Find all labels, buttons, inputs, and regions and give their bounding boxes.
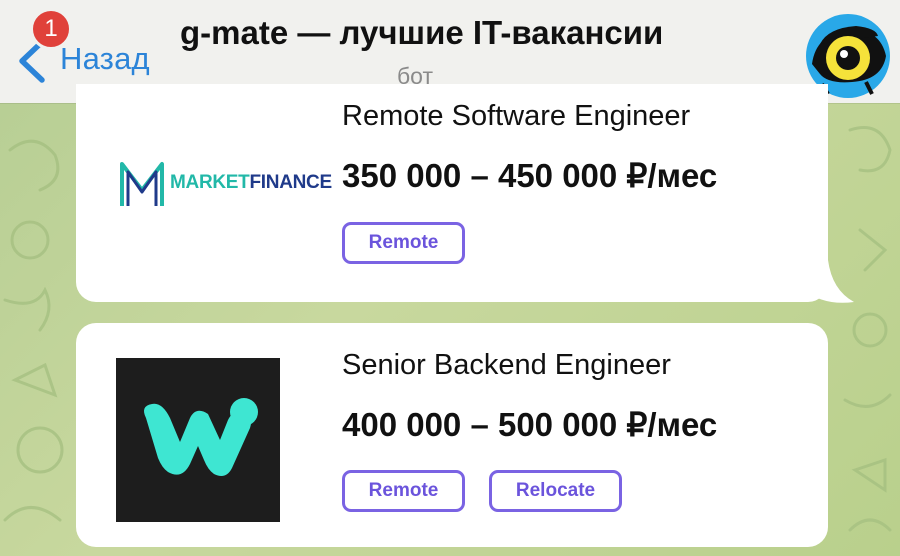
logo-text-market: MARKET: [170, 172, 250, 193]
w-logo-icon: [144, 398, 258, 476]
logo-text-finance: FINANCE: [249, 172, 332, 193]
job-title: Senior Backend Engineer: [342, 349, 671, 381]
market-finance-m-icon: [120, 162, 164, 206]
chat-title: g-mate — лучшие IT-вакансии: [180, 14, 664, 51]
job-title: Remote Software Engineer: [342, 100, 691, 132]
job-salary: 350 000 – 450 000 ₽/мес: [342, 157, 718, 194]
tag-relocate[interactable]: Relocate: [489, 470, 622, 512]
unread-badge: 1: [30, 8, 72, 50]
back-label: Назад: [60, 41, 150, 76]
company-logo: [116, 358, 280, 522]
tag-remote[interactable]: Remote: [342, 222, 465, 264]
job-card[interactable]: Senior Backend Engineer 400 000 – 500 00…: [76, 323, 828, 547]
company-logo: MARKETFINANCE: [116, 158, 332, 210]
tag-remote[interactable]: Remote: [342, 470, 465, 512]
bubble-tail: [804, 260, 854, 303]
job-salary: 400 000 – 500 000 ₽/мес: [342, 406, 718, 443]
job-card[interactable]: MARKETFINANCE Remote Software Engineer 3…: [76, 84, 854, 303]
